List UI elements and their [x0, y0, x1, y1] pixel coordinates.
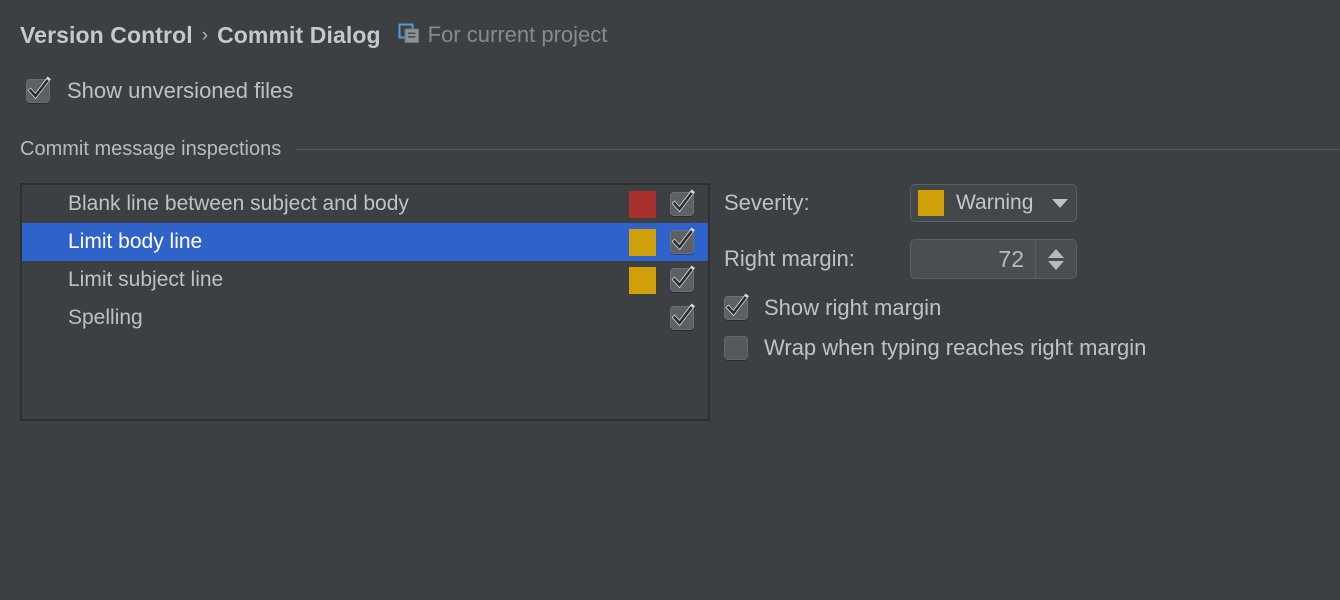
right-margin-spinner-buttons[interactable]	[1035, 240, 1076, 278]
breadcrumb-item-version-control[interactable]: Version Control	[20, 22, 193, 49]
project-scope: For current project	[398, 22, 608, 49]
spinner-up-icon[interactable]	[1048, 248, 1064, 258]
breadcrumb: Version Control › Commit Dialog For curr…	[20, 19, 607, 51]
severity-swatch	[629, 266, 656, 294]
inspection-settings-panel: Severity: Warning Right margin: 72 Show …	[724, 183, 1324, 361]
table-row[interactable]: Limit body line	[22, 223, 708, 261]
inspection-enabled-checkbox[interactable]	[670, 227, 695, 254]
right-margin-stepper[interactable]: 72	[910, 239, 1077, 279]
wrap-on-margin-row[interactable]: Wrap when typing reaches right margin	[724, 335, 1324, 361]
show-right-margin-label: Show right margin	[764, 295, 942, 320]
wrap-on-margin-checkbox[interactable]	[724, 336, 748, 360]
show-right-margin-row[interactable]: Show right margin	[724, 293, 1324, 321]
show-unversioned-files-checkbox[interactable]	[26, 76, 51, 103]
wrap-on-margin-label: Wrap when typing reaches right margin	[764, 335, 1147, 360]
inspection-enabled-checkbox[interactable]	[670, 189, 695, 216]
severity-value: Warning	[956, 191, 1034, 214]
section-divider	[297, 149, 1340, 150]
show-unversioned-files-label: Show unversioned files	[67, 78, 294, 103]
severity-label: Severity:	[724, 190, 810, 215]
inspection-enabled-checkbox[interactable]	[670, 303, 695, 330]
breadcrumb-item-commit-dialog[interactable]: Commit Dialog	[217, 22, 381, 49]
severity-swatch	[629, 228, 656, 256]
table-row[interactable]: Limit subject line	[22, 261, 708, 299]
project-scope-label: For current project	[427, 22, 608, 47]
chevron-down-icon[interactable]	[1052, 198, 1068, 208]
table-row[interactable]: Spelling	[22, 299, 708, 337]
inspection-name: Spelling	[68, 306, 143, 329]
right-margin-input[interactable]: 72	[911, 240, 1035, 278]
copy-project-icon	[398, 22, 420, 49]
severity-swatch	[629, 190, 656, 218]
inspection-name: Limit body line	[68, 230, 203, 253]
show-unversioned-files-row[interactable]: Show unversioned files	[26, 76, 294, 104]
spinner-down-icon[interactable]	[1048, 260, 1064, 270]
right-margin-label: Right margin:	[724, 246, 855, 271]
right-margin-field-row: Right margin: 72	[724, 239, 1324, 279]
inspection-name: Blank line between subject and body	[68, 192, 409, 215]
severity-swatch	[629, 305, 656, 332]
breadcrumb-separator: ›	[201, 25, 209, 46]
inspection-enabled-checkbox[interactable]	[670, 265, 695, 292]
severity-swatch	[918, 190, 944, 216]
section-title: Commit message inspections	[20, 138, 282, 160]
inspection-name: Limit subject line	[68, 268, 224, 291]
section-header-commit-message-inspections: Commit message inspections	[20, 138, 1340, 161]
table-row[interactable]: Blank line between subject and body	[22, 185, 708, 223]
severity-dropdown[interactable]: Warning	[910, 184, 1077, 222]
severity-field-row: Severity: Warning	[724, 183, 1324, 223]
inspections-list[interactable]: Blank line between subject and body Limi…	[20, 183, 710, 421]
show-right-margin-checkbox[interactable]	[724, 293, 749, 320]
